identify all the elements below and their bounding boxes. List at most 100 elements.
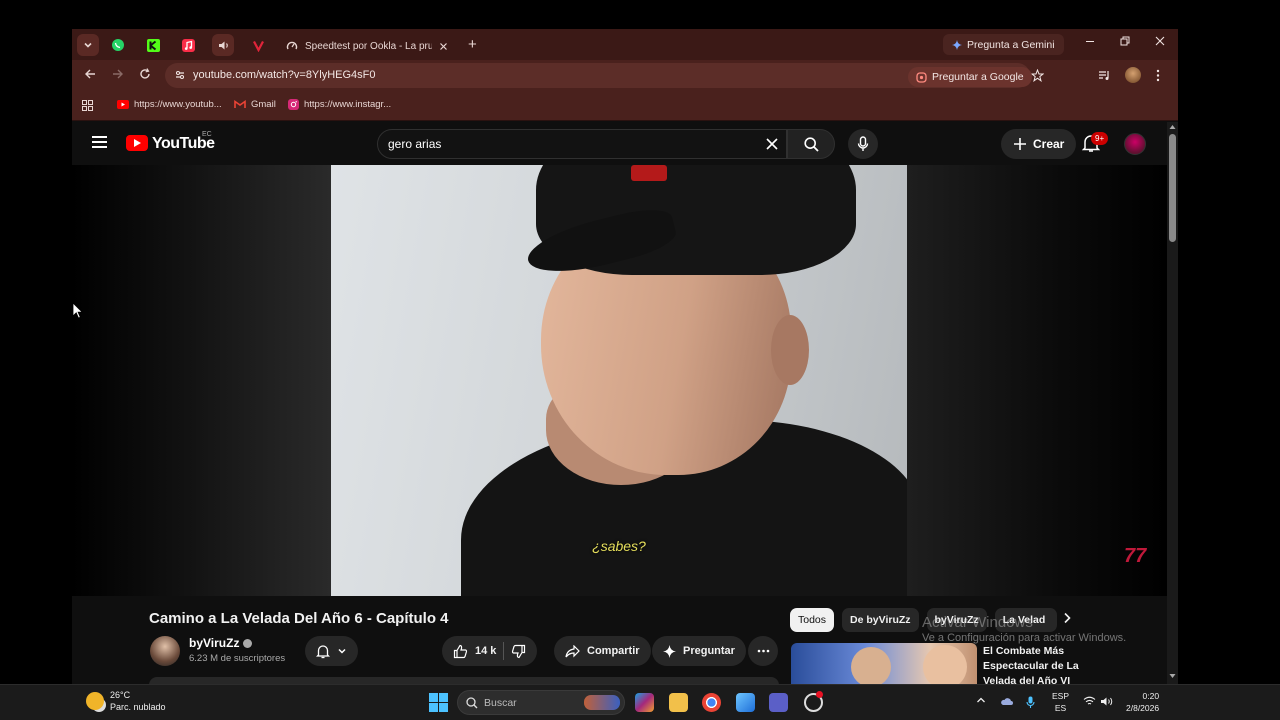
ask-google-label: Preguntar a Google (932, 71, 1024, 83)
pinned-tab-youtube-audio[interactable] (212, 34, 234, 56)
tab-search-button[interactable] (77, 34, 99, 56)
mic-tray-icon[interactable] (1026, 696, 1035, 709)
windows-start-icon[interactable] (429, 693, 448, 712)
gemini-button[interactable]: Pregunta a Gemini (943, 34, 1064, 55)
search-icon (804, 137, 819, 152)
new-tab-button[interactable]: + (468, 36, 477, 53)
media-control-icon[interactable] (1098, 69, 1111, 82)
weather-widget[interactable]: 26°C Parc. nublado (86, 689, 166, 713)
cap-logo (631, 165, 667, 181)
notification-dot (816, 691, 823, 698)
ask-google-button[interactable]: Preguntar a Google (908, 67, 1032, 87)
volume-icon[interactable] (1100, 696, 1114, 707)
youtube-masthead: YouTube EC gero arias Crear 9+ (72, 122, 1167, 165)
notifications-badge: 9+ (1091, 132, 1109, 145)
site-info-icon[interactable] (174, 69, 186, 81)
address-bar[interactable]: youtube.com/watch?v=8YlyHEG4sF0 (165, 63, 1030, 88)
pinned-tab-vivaldi[interactable] (247, 34, 269, 56)
more-menu-icon[interactable] (1156, 69, 1160, 82)
youtube-page: YouTube EC gero arias Crear 9+ ¿sabes? 7… (72, 122, 1178, 684)
gemini-label: Pregunta a Gemini (967, 38, 1055, 51)
language-indicator[interactable]: ESP ES (1052, 690, 1069, 714)
bell-icon (316, 644, 330, 658)
share-button[interactable]: Compartir (554, 636, 651, 666)
like-dislike-group: 14 k (442, 636, 538, 666)
search-icon (466, 696, 478, 708)
back-icon[interactable] (84, 68, 96, 80)
apps-grid-icon[interactable] (82, 100, 93, 111)
create-button[interactable]: Crear (1001, 129, 1077, 159)
app-icon[interactable] (736, 693, 755, 712)
verified-badge-icon (243, 638, 253, 648)
youtube-logo-icon[interactable] (126, 135, 148, 151)
bookmark-gmail[interactable]: Gmail (234, 99, 276, 110)
wifi-icon[interactable] (1083, 696, 1096, 706)
like-count[interactable]: 14 k (475, 645, 496, 657)
description-box[interactable] (149, 677, 779, 684)
tray-chevron-up-icon[interactable] (976, 696, 986, 704)
sparkle-icon (663, 644, 676, 658)
tab-strip: Speedtest por Ookla - La prueb + Pregunt… (72, 29, 1178, 60)
forward-icon[interactable] (112, 68, 124, 80)
chrome-icon[interactable] (702, 693, 721, 712)
recommended-video-thumbnail[interactable] (791, 643, 977, 684)
search-input[interactable]: gero arias (377, 129, 787, 159)
channel-avatar[interactable] (150, 636, 180, 666)
taskbar-search-input[interactable]: Buscar (457, 690, 625, 715)
weather-text: 26°C Parc. nublado (110, 689, 166, 713)
share-icon (565, 644, 580, 657)
ambient-glow-right (907, 165, 1167, 596)
voice-search-button[interactable] (848, 129, 878, 159)
account-avatar[interactable] (1124, 133, 1146, 155)
dislike-icon[interactable] (511, 644, 526, 659)
channel-name[interactable]: byViruZz (189, 636, 253, 650)
ask-label: Preguntar (683, 645, 735, 657)
more-actions-button[interactable] (748, 636, 778, 666)
language-primary: ESP (1052, 691, 1070, 701)
minimize-icon[interactable] (1085, 36, 1095, 46)
language-secondary: ES (1054, 703, 1067, 713)
copilot-icon[interactable] (635, 693, 654, 712)
tab-speedtest[interactable]: Speedtest por Ookla - La prueb (278, 32, 456, 60)
url-text: youtube.com/watch?v=8YlyHEG4sF0 (193, 69, 376, 81)
kick-icon (146, 38, 160, 52)
video-caption: ¿sabes? (592, 538, 646, 554)
system-clock[interactable]: 0:20 2/8/2026 (1126, 690, 1159, 714)
menu-icon[interactable] (92, 136, 107, 148)
video-frame[interactable]: ¿sabes? (331, 165, 907, 596)
recommended-video-title[interactable]: El Combate Más Espectacular de La Velada… (983, 644, 1093, 684)
search-button[interactable] (787, 129, 835, 159)
video-player[interactable]: ¿sabes? 77 (72, 165, 1167, 596)
profile-avatar[interactable] (1125, 67, 1141, 83)
like-icon[interactable] (453, 644, 468, 659)
chevron-right-icon[interactable] (1062, 612, 1072, 624)
create-label: Crear (1033, 137, 1065, 151)
pinned-tab-whatsapp[interactable] (107, 34, 129, 56)
onedrive-icon[interactable] (1000, 696, 1013, 706)
restore-icon[interactable] (1120, 36, 1130, 46)
gemini-sparkle-icon (952, 39, 962, 50)
teams-icon[interactable] (769, 693, 788, 712)
ask-button[interactable]: Preguntar (652, 636, 746, 666)
close-window-icon[interactable] (1155, 36, 1165, 46)
clear-search-icon[interactable] (766, 138, 778, 150)
bookmark-star-icon[interactable] (1031, 69, 1044, 82)
scroll-up-arrow-icon[interactable] (1169, 124, 1176, 130)
speedtest-icon (286, 41, 298, 50)
scrollbar-thumb[interactable] (1169, 134, 1176, 242)
bookmark-youtube[interactable]: https://www.youtub... (117, 99, 222, 110)
bookmark-instagram[interactable]: https://www.instagr... (288, 99, 391, 110)
clock-date: 2/8/2026 (1126, 703, 1160, 713)
pinned-tab-kick[interactable] (142, 34, 164, 56)
close-tab-icon[interactable] (439, 42, 448, 51)
activate-windows-subtitle: Ve a Configuración para activar Windows. (922, 632, 1127, 644)
subscription-bell-button[interactable] (305, 636, 358, 666)
scroll-down-arrow-icon[interactable] (1169, 673, 1176, 679)
chip-all[interactable]: Todos (790, 608, 835, 632)
chip-from-channel[interactable]: De byViruZz (842, 608, 919, 632)
file-explorer-icon[interactable] (669, 693, 688, 712)
pinned-tab-music[interactable] (177, 34, 199, 56)
reload-icon[interactable] (139, 68, 151, 80)
bookmark-label: https://www.youtub... (134, 99, 222, 110)
channel-watermark[interactable]: 77 (1124, 545, 1146, 568)
